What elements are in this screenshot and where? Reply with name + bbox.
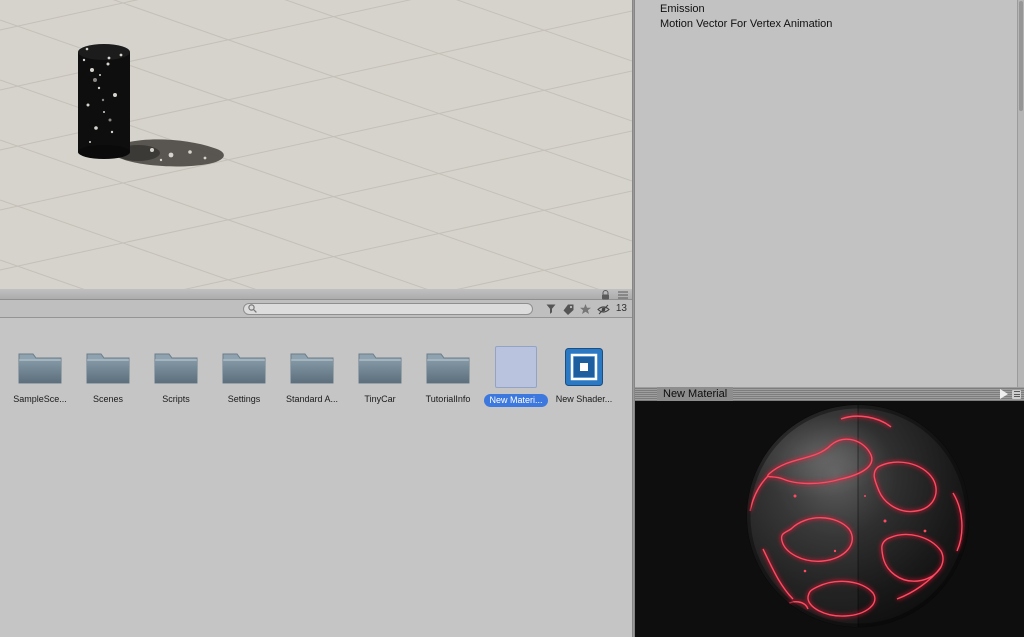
project-item-label: SampleSce... <box>13 394 67 404</box>
inspector-scrollbar[interactable] <box>1017 0 1024 387</box>
search-input[interactable] <box>243 303 533 315</box>
search-field[interactable] <box>260 304 532 314</box>
folder-icon <box>280 342 344 392</box>
unity-editor-window: 13 SampleSce... Scenes Scripts Settings … <box>0 0 1024 637</box>
shader-icon <box>552 342 616 392</box>
preview-header[interactable]: New Material <box>635 387 1024 401</box>
filter-by-type-icon[interactable] <box>546 304 557 315</box>
favorite-star-icon[interactable] <box>579 303 591 315</box>
filter-by-label-icon[interactable] <box>563 304 574 315</box>
inspector-property-motion-vector: Motion Vector For Vertex Animation <box>660 18 833 30</box>
preview-options-icon[interactable] <box>1012 389 1021 399</box>
material-preview[interactable] <box>635 401 1024 637</box>
scrollbar-thumb[interactable] <box>1019 1 1023 111</box>
project-window-titlebar <box>0 289 632 300</box>
project-toolbar: 13 <box>0 300 632 318</box>
project-item-tinycar[interactable]: TinyCar <box>346 342 414 405</box>
project-item-label: New Shader... <box>555 394 613 404</box>
project-item-scripts[interactable]: Scripts <box>142 342 210 405</box>
project-item-label-selected: New Materi... <box>484 394 548 407</box>
material-thumbnail-icon <box>484 342 548 392</box>
project-item-label: Scripts <box>162 394 190 404</box>
folder-icon <box>76 342 140 392</box>
project-item-settings[interactable]: Settings <box>210 342 278 405</box>
cylinder-object[interactable] <box>78 44 130 159</box>
folder-icon <box>348 342 412 392</box>
hidden-items-count: 13 <box>615 303 627 314</box>
inspector-panel: Emission Motion Vector For Vertex Animat… <box>635 0 1024 387</box>
scene-canvas <box>0 0 632 289</box>
material-preview-sphere <box>635 401 1024 637</box>
folder-icon <box>416 342 480 392</box>
project-item-tutorialinfo[interactable]: TutorialInfo <box>414 342 482 405</box>
folder-icon <box>8 342 72 392</box>
lock-icon[interactable] <box>601 289 610 300</box>
hidden-items-eye-icon[interactable] <box>597 304 610 315</box>
project-item-label: Standard A... <box>285 394 339 404</box>
project-item-label: TutorialInfo <box>425 394 471 404</box>
project-item-scenes[interactable]: Scenes <box>74 342 142 405</box>
window-menu-icon[interactable] <box>618 291 628 299</box>
search-icon <box>248 300 257 318</box>
scene-view[interactable] <box>0 0 632 289</box>
inspector-property-emission: Emission <box>660 3 705 15</box>
project-item-label: TinyCar <box>364 394 396 404</box>
project-item-samplescene[interactable]: SampleSce... <box>6 342 74 405</box>
folder-icon <box>144 342 208 392</box>
project-item-new-material[interactable]: New Materi... <box>482 342 550 407</box>
project-content: SampleSce... Scenes Scripts Settings Sta… <box>0 318 632 637</box>
project-item-standard-assets[interactable]: Standard A... <box>278 342 346 405</box>
folder-icon <box>212 342 276 392</box>
project-item-new-shader[interactable]: New Shader... <box>550 342 618 405</box>
project-item-label: Settings <box>227 394 261 404</box>
project-item-label: Scenes <box>92 394 124 404</box>
play-icon[interactable] <box>1000 389 1008 399</box>
preview-title: New Material <box>657 387 734 401</box>
